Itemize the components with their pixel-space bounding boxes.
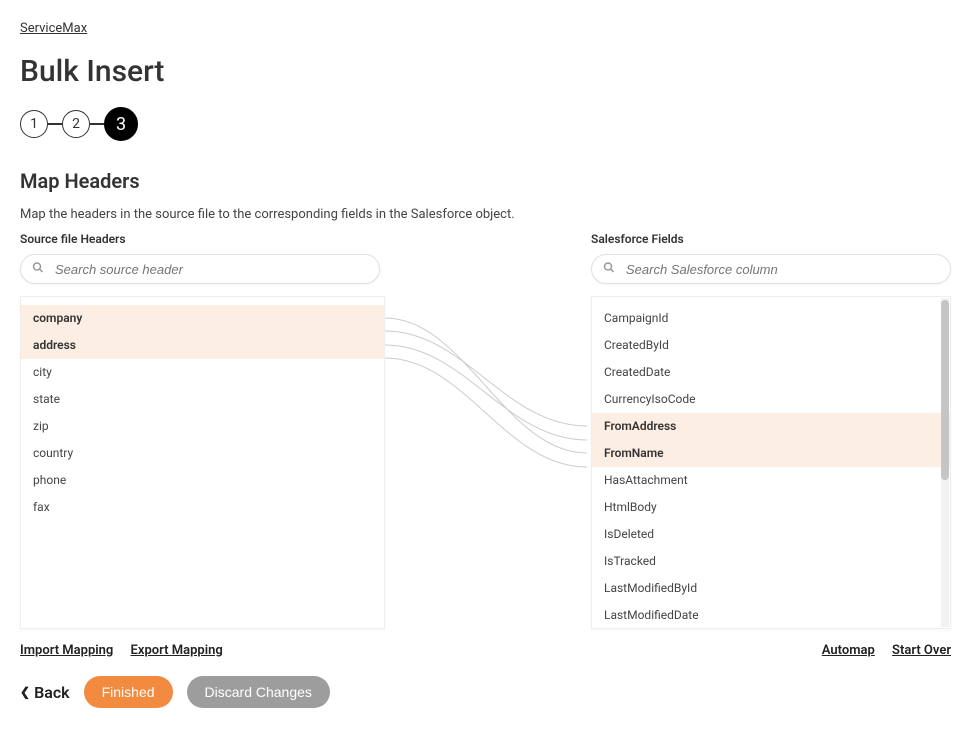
list-item[interactable]: city	[21, 359, 384, 386]
step-connector	[90, 123, 104, 125]
list-item[interactable]: FromName	[592, 440, 950, 467]
step-2[interactable]: 2	[62, 110, 90, 138]
section-desc: Map the headers in the source file to th…	[20, 207, 951, 222]
list-item[interactable]: company	[21, 305, 384, 332]
salesforce-fields-label: Salesforce Fields	[591, 232, 951, 246]
search-icon	[32, 262, 44, 277]
section-title: Map Headers	[20, 169, 951, 193]
discard-button[interactable]: Discard Changes	[187, 676, 330, 708]
list-item[interactable]: FromAddress	[592, 413, 950, 440]
list-item[interactable]: state	[21, 386, 384, 413]
step-1[interactable]: 1	[20, 110, 48, 138]
back-button[interactable]: ❮ Back	[20, 683, 70, 702]
list-item[interactable]: zip	[21, 413, 384, 440]
search-salesforce-input[interactable]	[591, 254, 951, 284]
list-item[interactable]: country	[21, 440, 384, 467]
list-item[interactable]: LastModifiedById	[592, 575, 950, 602]
list-item[interactable]: HasAttachment	[592, 467, 950, 494]
import-mapping-link[interactable]: Import Mapping	[20, 643, 113, 658]
list-item[interactable]: phone	[21, 467, 384, 494]
breadcrumb[interactable]: ServiceMax	[20, 21, 87, 36]
mapping-connectors	[385, 296, 585, 629]
list-item[interactable]: IsTracked	[592, 548, 950, 575]
source-headers-list: company address city state zip country p…	[20, 296, 385, 629]
list-item[interactable]: HtmlBody	[592, 494, 950, 521]
back-label: Back	[34, 683, 70, 702]
list-item[interactable]: CreatedById	[592, 332, 950, 359]
list-item[interactable]: IsDeleted	[592, 521, 950, 548]
step-indicator: 1 2 3	[20, 107, 951, 141]
list-item[interactable]: CreatedDate	[592, 359, 950, 386]
search-source-input[interactable]	[20, 254, 380, 284]
finished-button[interactable]: Finished	[84, 676, 173, 708]
source-headers-label: Source file Headers	[20, 232, 380, 246]
list-item[interactable]: CampaignId	[592, 305, 950, 332]
export-mapping-link[interactable]: Export Mapping	[131, 643, 223, 658]
step-connector	[48, 123, 62, 125]
list-item[interactable]: CurrencyIsoCode	[592, 386, 950, 413]
chevron-left-icon: ❮	[20, 685, 30, 699]
automap-link[interactable]: Automap	[822, 643, 875, 658]
salesforce-fields-list: CampaignId CreatedById CreatedDate Curre…	[591, 296, 951, 629]
step-3[interactable]: 3	[104, 107, 138, 141]
search-icon	[603, 262, 615, 277]
page-title: Bulk Insert	[20, 54, 951, 89]
list-item[interactable]: LastModifiedDate	[592, 602, 950, 629]
scrollbar-track[interactable]	[941, 298, 949, 627]
list-item[interactable]: fax	[21, 494, 384, 521]
scrollbar-thumb[interactable]	[941, 300, 949, 480]
list-item[interactable]: address	[21, 332, 384, 359]
startover-link[interactable]: Start Over	[892, 643, 951, 658]
